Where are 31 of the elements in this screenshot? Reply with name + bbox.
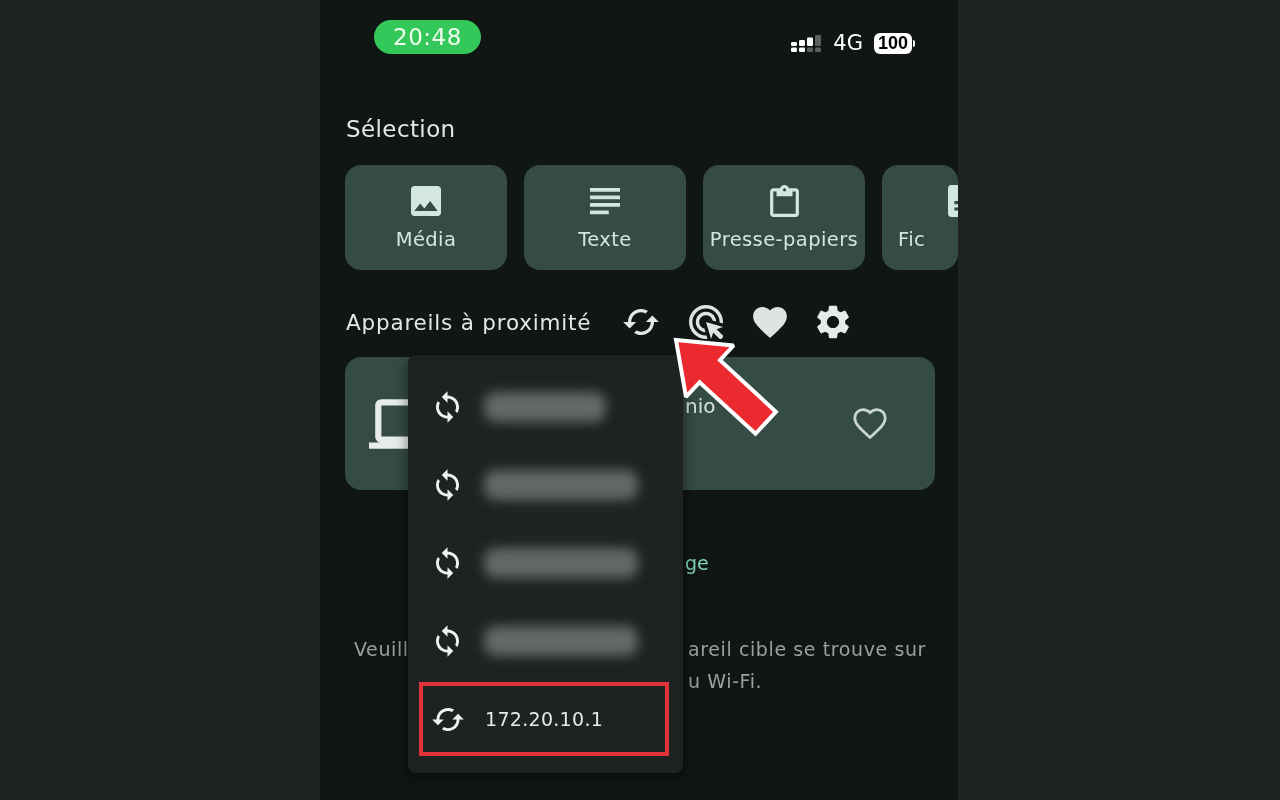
click-target-icon[interactable] bbox=[689, 305, 724, 339]
sync-icon bbox=[436, 547, 459, 579]
signal-icon bbox=[791, 34, 823, 52]
laptop-icon bbox=[369, 398, 409, 449]
sync-icon[interactable] bbox=[623, 309, 660, 335]
text-lines-icon bbox=[590, 185, 620, 217]
share-type-button[interactable]: Presse-papiers bbox=[703, 165, 865, 270]
text-link[interactable]: ge bbox=[685, 552, 709, 574]
share-type-button[interactable]: Texte bbox=[524, 165, 686, 270]
hint-text: areil cible se trouve sur bbox=[688, 637, 926, 662]
section-title: Sélection bbox=[346, 115, 456, 143]
share-type-button[interactable]: Fic bbox=[882, 165, 958, 270]
hint-text: Veuill bbox=[354, 637, 409, 662]
sync-icon bbox=[436, 625, 459, 657]
menu-item[interactable]: 172.20.10.1 bbox=[419, 682, 669, 756]
settings-icon[interactable] bbox=[817, 305, 850, 339]
document-icon bbox=[948, 185, 958, 217]
share-type-button[interactable]: Média bbox=[345, 165, 507, 270]
clipboard-icon bbox=[769, 185, 799, 217]
sync-icon bbox=[432, 707, 464, 731]
sync-icon bbox=[436, 391, 459, 423]
heart-outline-icon[interactable] bbox=[853, 408, 887, 439]
battery-indicator: 100 bbox=[873, 32, 915, 54]
network-type: 4G bbox=[833, 32, 863, 54]
device-name: nio bbox=[685, 393, 716, 419]
heart-icon[interactable] bbox=[753, 306, 788, 338]
image-icon bbox=[411, 185, 441, 217]
section-title: Appareils à proximité bbox=[346, 309, 592, 335]
sync-icon bbox=[436, 469, 459, 501]
hint-text: u Wi-Fi. bbox=[688, 669, 763, 694]
status-time: 20:48 bbox=[374, 20, 481, 54]
